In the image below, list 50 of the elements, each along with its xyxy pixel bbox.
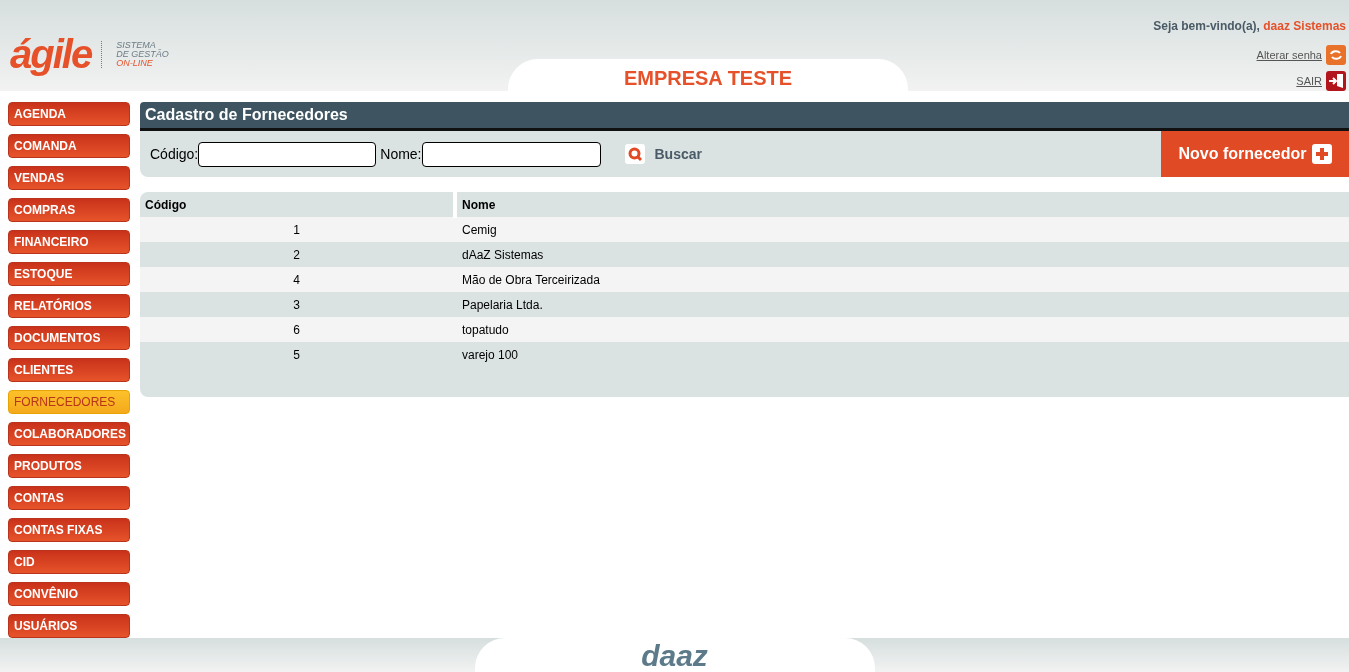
plus-icon — [1311, 144, 1332, 164]
search-icon — [624, 144, 645, 164]
table-cell-text: 4 — [292, 272, 301, 289]
menu-button[interactable]: CONVÊNIO — [8, 582, 130, 606]
menu-button[interactable]: FORNECEDORES — [8, 390, 130, 414]
menu-button[interactable]: USUÁRIOS — [8, 614, 130, 638]
logo-tagline: ON-LINE — [116, 58, 154, 68]
code-field[interactable] — [198, 141, 377, 167]
menu-button[interactable]: DOCUMENTOS — [8, 326, 130, 350]
table-cell-text: Mão de Obra Terceirizada — [461, 272, 601, 289]
menu-button[interactable]: ESTOQUE — [8, 262, 130, 286]
search-button[interactable]: Buscar — [618, 143, 708, 165]
logout-link[interactable]: SAIR — [1296, 71, 1346, 91]
filter-label: Código: — [150, 146, 199, 162]
column-header: Código — [144, 197, 188, 214]
table-cell-text: 6 — [292, 322, 301, 339]
logo-tagline: SISTEMA — [116, 40, 156, 50]
menu-button[interactable]: VENDAS — [8, 166, 130, 190]
filter-label: Nome: — [380, 146, 422, 162]
table-cell-text: Cemig — [461, 222, 498, 239]
table-cell-text: dAaZ Sistemas — [461, 247, 545, 264]
menu-button[interactable]: CID — [8, 550, 130, 574]
table-cell-text: 2 — [292, 247, 301, 264]
menu-button[interactable]: COMPRAS — [8, 198, 130, 222]
table-cell-text: varejo 100 — [461, 347, 520, 364]
company-name: EMPRESA TESTE — [623, 65, 793, 90]
refresh-icon — [1326, 45, 1346, 65]
menu-button[interactable]: FINANCEIRO — [8, 230, 130, 254]
daaz-logo: daaz — [641, 638, 708, 672]
menu-button[interactable]: CLIENTES — [8, 358, 130, 382]
panel-title: Cadastro de Fornecedores — [140, 102, 1349, 131]
menu-button[interactable]: COMANDA — [8, 134, 130, 158]
table-cell-text: 3 — [292, 297, 301, 314]
logo-tagline: DE GESTÃO — [116, 49, 169, 59]
menu-button[interactable]: AGENDA — [8, 102, 130, 126]
table-cell-text: 5 — [292, 347, 301, 364]
menu-button[interactable]: CONTAS — [8, 486, 130, 510]
menu-button[interactable]: PRODUTOS — [8, 454, 130, 478]
agile-logo: ágile — [10, 31, 92, 77]
table-cell-text: Papelaria Ltda. — [461, 297, 544, 314]
menu-button[interactable]: RELATÓRIOS — [8, 294, 130, 318]
exit-door-icon — [1326, 71, 1346, 91]
new-supplier-button[interactable]: Novo fornecedor — [1161, 131, 1349, 177]
menu-button[interactable]: COLABORADORES — [8, 422, 130, 446]
change-password-link[interactable]: Alterar senha — [1256, 45, 1346, 65]
name-field[interactable] — [421, 141, 601, 167]
table-cell-text: 1 — [292, 222, 301, 239]
welcome-text: Seja bem-vindo(a), daaz Sistemas — [1153, 19, 1346, 33]
table-cell-text: topatudo — [461, 322, 510, 339]
menu-button[interactable]: CONTAS FIXAS — [8, 518, 130, 542]
